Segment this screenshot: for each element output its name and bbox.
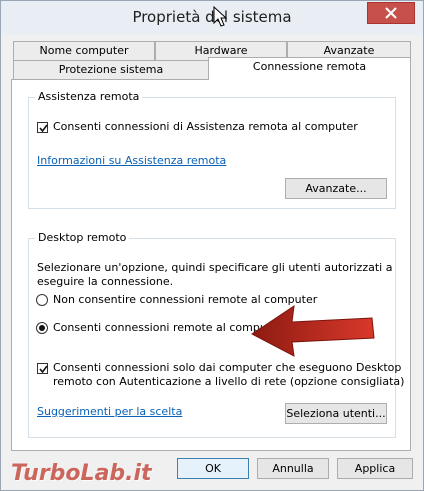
ok-button[interactable]: OK: [177, 458, 249, 479]
close-button[interactable]: [367, 2, 415, 24]
tab-panel: Assistenza remota Consenti connessioni d…: [11, 79, 411, 451]
assistenza-info-link[interactable]: Informazioni su Assistenza remota: [37, 154, 226, 167]
red-arrow-annotation-icon: [251, 304, 375, 357]
nla-label-line-1: Consenti connessioni solo dai computer c…: [53, 361, 402, 374]
nla-label-line-2: remoto con Autenticazione a livello di r…: [53, 375, 405, 388]
checkmark-icon: [39, 124, 48, 133]
group-label: Assistenza remota: [35, 90, 143, 103]
mouse-cursor-icon: [213, 6, 227, 27]
nla-checkbox[interactable]: [37, 363, 48, 374]
instructions-line-1: Selezionare un'opzione, quindi specifica…: [37, 261, 393, 274]
select-users-button[interactable]: Seleziona utenti...: [285, 403, 387, 424]
cancel-button[interactable]: Annulla: [257, 458, 329, 479]
title-bar[interactable]: Proprietà del sistema: [1, 1, 423, 35]
system-properties-window: Proprietà del sistema Nome computer Hard…: [0, 0, 424, 491]
assistenza-checkbox[interactable]: [37, 122, 48, 133]
advanced-button[interactable]: Avanzate...: [285, 178, 387, 199]
tab-protezione-sistema[interactable]: Protezione sistema: [13, 60, 209, 79]
tab-nome-computer[interactable]: Nome computer: [13, 41, 155, 60]
assistenza-remota-group: Assistenza remota Consenti connessioni d…: [28, 90, 396, 209]
group-label: Desktop remoto: [35, 231, 130, 244]
window-title: Proprietà del sistema: [132, 8, 292, 26]
radio-allow-remote[interactable]: [36, 322, 48, 334]
close-icon: [385, 7, 397, 19]
tab-connessione-remota[interactable]: Connessione remota: [208, 57, 411, 80]
suggerimenti-link[interactable]: Suggerimenti per la scelta: [37, 405, 182, 418]
apply-button[interactable]: Applica: [337, 458, 413, 479]
checkmark-icon: [39, 365, 48, 374]
radio-no-remote[interactable]: [36, 294, 48, 306]
assistenza-checkbox-label: Consenti connessioni di Assistenza remot…: [53, 120, 358, 133]
watermark-logo: TurboLab.it: [11, 461, 152, 486]
instructions-line-2: eseguire la connessione.: [37, 275, 174, 288]
